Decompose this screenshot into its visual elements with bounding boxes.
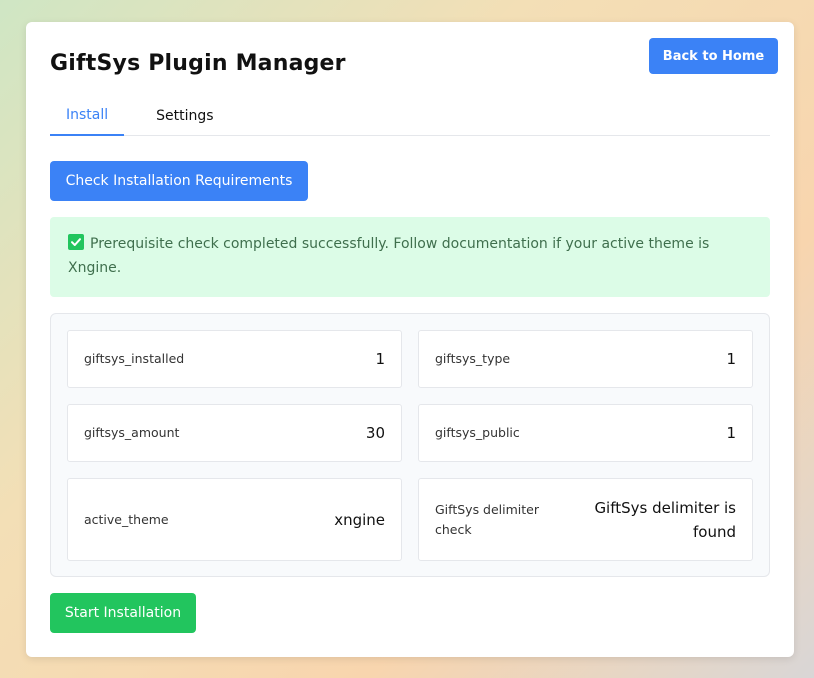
start-installation-button[interactable]: Start Installation xyxy=(50,593,196,633)
result-key: active_theme xyxy=(84,511,169,527)
result-value: GiftSys delimiter is found xyxy=(594,498,736,541)
result-cell: giftsys_installed 1 xyxy=(67,330,402,388)
result-value: 1 xyxy=(726,350,736,368)
plugin-manager-card: GiftSys Plugin Manager Back to Home Inst… xyxy=(26,22,794,657)
result-cell: giftsys_type 1 xyxy=(418,330,753,388)
tab-install[interactable]: Install xyxy=(50,95,125,136)
result-value: 1 xyxy=(726,424,736,442)
checkbox-checked-icon xyxy=(68,234,84,250)
back-to-home-button[interactable]: Back to Home xyxy=(649,38,778,74)
check-requirements-button[interactable]: Check Installation Requirements xyxy=(50,161,308,201)
page-title: GiftSys Plugin Manager xyxy=(50,51,346,76)
alert-message: Prerequisite check completed successfull… xyxy=(68,236,710,276)
result-key: giftsys_public xyxy=(435,425,520,440)
tab-bar: Install Settings xyxy=(50,95,770,136)
result-cell: GiftSys delimiter check GiftSys delimite… xyxy=(418,478,753,561)
result-cell: giftsys_amount 30 xyxy=(67,404,402,462)
success-alert: Prerequisite check completed successfull… xyxy=(50,217,770,297)
result-key: giftsys_amount xyxy=(84,425,180,440)
result-cell: active_theme xngine xyxy=(67,478,402,561)
result-key: GiftSys delimiter check xyxy=(435,501,540,537)
result-key: giftsys_type xyxy=(435,351,511,366)
tab-settings[interactable]: Settings xyxy=(140,95,229,136)
results-grid: giftsys_installed 1 giftsys_type 1 gifts… xyxy=(50,313,770,577)
result-value: 30 xyxy=(365,424,385,442)
result-cell: giftsys_public 1 xyxy=(418,404,753,462)
result-value: xngine xyxy=(334,510,385,529)
result-value: 1 xyxy=(375,350,385,368)
result-key: giftsys_installed xyxy=(84,351,185,366)
